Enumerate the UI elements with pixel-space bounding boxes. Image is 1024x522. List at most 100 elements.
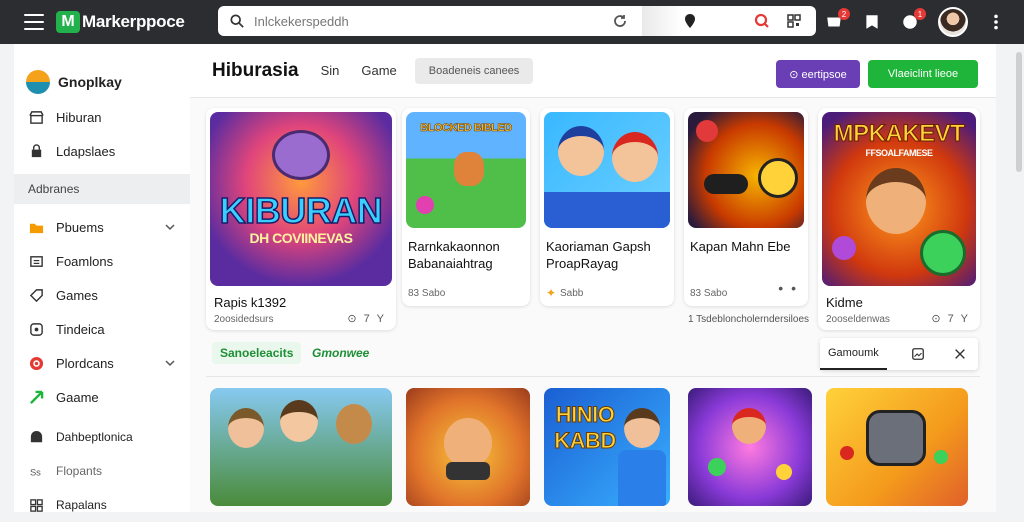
bag-icon bbox=[28, 143, 44, 159]
popup-toolbar: Gamoumk bbox=[820, 338, 978, 370]
sidebar-item-label: Flopants bbox=[56, 464, 103, 478]
tab-sin[interactable]: Sin bbox=[321, 63, 340, 78]
pin-icon[interactable] bbox=[682, 13, 698, 29]
sidebar-item-tindeica[interactable]: Tindeica bbox=[14, 312, 190, 346]
card-meta: 2ooseldenwas bbox=[826, 314, 890, 325]
card-title: Rarnkakaonnon Babanaiahtrag bbox=[408, 239, 500, 271]
card-actions[interactable]: ⊙ 7 Y bbox=[931, 312, 970, 325]
chevron-down-icon[interactable] bbox=[164, 357, 176, 369]
tab-game[interactable]: Game bbox=[361, 63, 396, 78]
sidebar-item-label: Games bbox=[56, 287, 98, 303]
card-actions[interactable]: ⊙ 7 Y bbox=[347, 312, 386, 325]
search-bar[interactable]: Inlckekerspeddh bbox=[218, 6, 816, 36]
brand-logo: M bbox=[56, 11, 80, 33]
sidebar-item-games[interactable]: Games bbox=[14, 278, 190, 312]
more-icon[interactable] bbox=[986, 12, 1006, 32]
chat-icon[interactable]: 1 bbox=[900, 8, 926, 32]
game-thumbnail[interactable]: BLOCKED BIBLED bbox=[406, 112, 526, 228]
qr-icon[interactable] bbox=[786, 13, 802, 29]
game-card[interactable]: BLOCKED BIBLED Rarnkakaonnon Babanaiahtr… bbox=[402, 108, 530, 306]
notifications-badge: 2 bbox=[838, 8, 850, 20]
thumbnail-subtitle: DH COVIINEVAS bbox=[249, 230, 353, 246]
grid-icon bbox=[28, 497, 44, 513]
thumbnail-subtitle: FFSOALFAMESE bbox=[865, 148, 933, 158]
chevron-down-icon[interactable] bbox=[164, 221, 176, 233]
tag-icon bbox=[28, 287, 44, 303]
card-title: Kidme bbox=[826, 295, 863, 310]
card-meta: 83 Sabo bbox=[690, 288, 728, 299]
target-icon bbox=[28, 355, 44, 371]
sidebar-item-label: Hiburan bbox=[56, 109, 102, 125]
profile-name: Gnoplkay bbox=[58, 74, 122, 90]
game-thumbnail[interactable] bbox=[688, 112, 804, 228]
list-icon bbox=[28, 253, 44, 269]
search-input[interactable]: Inlckekerspeddh bbox=[254, 14, 612, 29]
more-icon[interactable]: • • bbox=[778, 280, 798, 296]
sidebar-item-pbuems[interactable]: Pbuems bbox=[14, 210, 190, 244]
card-meta: 2oosidedsurs bbox=[214, 314, 274, 325]
profile-logo bbox=[26, 70, 50, 94]
record-icon[interactable] bbox=[754, 13, 770, 29]
game-thumbnail[interactable] bbox=[406, 388, 530, 506]
sidebar-item-dahbeptlonica[interactable]: Dahbeptlonica bbox=[14, 420, 190, 454]
sidebar-item-label: Foamlons bbox=[56, 253, 114, 269]
filter-chip[interactable]: Gmonwee bbox=[304, 342, 377, 364]
sidebar-item-gaame[interactable]: Gaame bbox=[14, 380, 190, 414]
sidebar-item-label: Rapalans bbox=[56, 498, 107, 512]
messages-badge: 1 bbox=[914, 8, 926, 20]
game-thumbnail[interactable] bbox=[826, 388, 968, 506]
sidebar: Gnoplkay Hiburan Ldapslaes Adbranes Pbue… bbox=[14, 44, 190, 512]
menu-icon[interactable] bbox=[24, 14, 44, 30]
purple-action-button[interactable]: ⊙ eertipsoe bbox=[776, 60, 860, 88]
game-thumbnail[interactable] bbox=[688, 388, 812, 506]
card-title: Kaoriaman Gapsh ProapRayag bbox=[546, 239, 651, 271]
game-card[interactable]: Kapan Mahn Ebe 83 Sabo • • bbox=[684, 108, 808, 306]
card-title: Rapis k1392 bbox=[214, 295, 287, 310]
game-thumbnail[interactable] bbox=[544, 112, 670, 228]
sidebar-item-hiburan[interactable]: Hiburan bbox=[14, 100, 190, 134]
game-thumbnail[interactable]: KIBURAN DH COVIINEVAS bbox=[210, 112, 392, 286]
brand[interactable]: M Markerppoce bbox=[56, 11, 185, 33]
row-caption: 1 Tsdebloncholerndersiloes bbox=[688, 314, 810, 325]
sidebar-item-flopants[interactable]: Ss Flopants bbox=[14, 454, 190, 488]
avatar[interactable] bbox=[938, 7, 968, 37]
bookmark-icon[interactable] bbox=[862, 12, 882, 32]
sidebar-item-label: Ldapslaes bbox=[56, 143, 116, 159]
game-thumbnail[interactable]: HINIO KABD bbox=[544, 388, 670, 506]
sidebar-item-label: Plordcans bbox=[56, 355, 114, 371]
sidebar-profile[interactable]: Gnoplkay bbox=[14, 64, 190, 100]
popup-label[interactable]: Gamoumk bbox=[820, 338, 887, 370]
thumbnail-title: HINIO KABD bbox=[554, 402, 617, 454]
image-icon[interactable] bbox=[911, 347, 925, 361]
cart-icon[interactable]: 2 bbox=[824, 8, 850, 32]
sidebar-item-label: Tindeica bbox=[56, 321, 105, 337]
brand-name: Markerppoce bbox=[82, 12, 185, 31]
game-card[interactable]: Kaoriaman Gapsh ProapRayag Sabb ✦ bbox=[540, 108, 674, 306]
sidebar-item-label: Dahbeptlonica bbox=[56, 430, 133, 444]
shop-icon bbox=[28, 429, 44, 445]
sidebar-section-label: Adbranes bbox=[14, 174, 190, 204]
search-icon bbox=[230, 14, 244, 28]
tab-pill[interactable]: Boadeneis canees bbox=[414, 57, 534, 84]
game-card[interactable]: KIBURAN DH COVIINEVAS Rapis k1392 2oosid… bbox=[206, 108, 396, 330]
sidebar-item-plordcans[interactable]: Plordcans bbox=[14, 346, 190, 380]
clock-icon bbox=[28, 321, 44, 337]
scrollbar[interactable] bbox=[1016, 52, 1022, 172]
top-bar: M Markerppoce Inlckekerspeddh 2 1 bbox=[0, 0, 1024, 44]
filter-chip[interactable]: Sanoeleacits bbox=[212, 342, 302, 364]
game-thumbnail[interactable]: MPKAKEVT FFSOALFAMESE bbox=[822, 112, 976, 286]
card-title: Kapan Mahn Ebe bbox=[690, 239, 791, 254]
green-action-button[interactable]: Vlaeiclint lieoe bbox=[868, 60, 978, 88]
sidebar-item-rapalans[interactable]: Rapalans bbox=[14, 488, 190, 522]
page-title: Hiburasia bbox=[212, 59, 299, 81]
main-content: Hiburasia Sin Game Boadeneis canees ⊙ ee… bbox=[190, 44, 996, 512]
close-icon[interactable] bbox=[953, 347, 967, 361]
refresh-icon[interactable] bbox=[612, 13, 628, 29]
sidebar-item-ldapslaes[interactable]: Ldapslaes bbox=[14, 134, 190, 168]
game-thumbnail[interactable] bbox=[210, 388, 392, 506]
game-card[interactable]: MPKAKEVT FFSOALFAMESE Kidme 2ooseldenwas… bbox=[818, 108, 980, 330]
sidebar-item-foamlons[interactable]: Foamlons bbox=[14, 244, 190, 278]
sidebar-item-label: Gaame bbox=[56, 389, 99, 405]
divider bbox=[206, 376, 980, 377]
svg-text:Ss: Ss bbox=[29, 467, 40, 477]
